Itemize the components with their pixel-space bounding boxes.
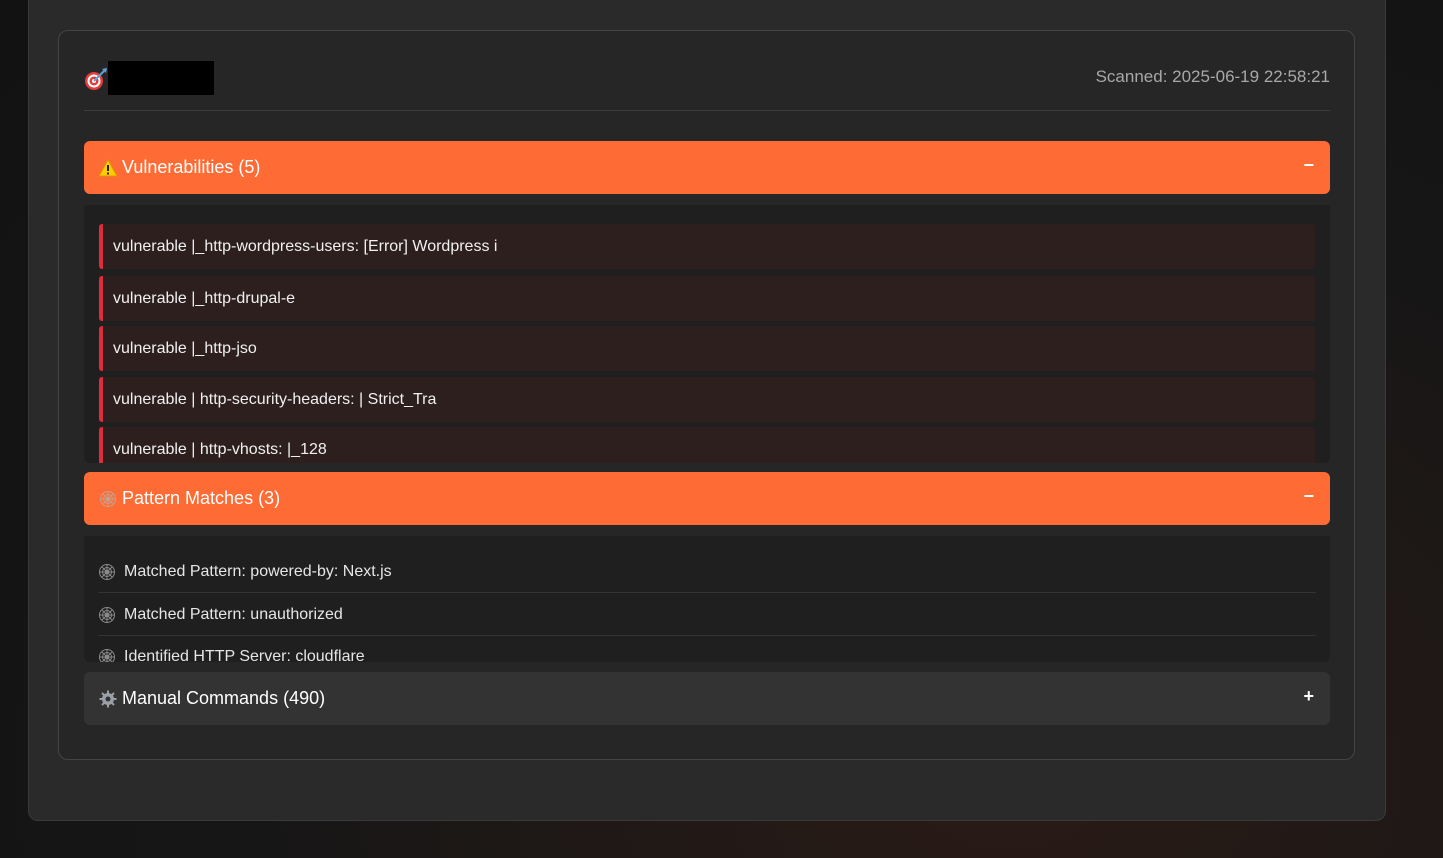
pattern-item: Matched Pattern: unauthorized	[98, 594, 1316, 636]
scan-timestamp: Scanned: 2025-06-19 22:58:21	[1095, 67, 1330, 86]
manual-commands-section-header[interactable]: Manual Commands (490) +	[84, 672, 1330, 725]
pattern-matches-section-header[interactable]: Pattern Matches (3) −	[84, 472, 1330, 525]
vulnerability-item: vulnerable | http-vhosts: |_128	[99, 427, 1315, 463]
vulnerability-item: vulnerable |_http-drupal-e	[99, 276, 1315, 321]
pattern-text: Matched Pattern: unauthorized	[124, 605, 343, 623]
collapse-toggle[interactable]: −	[1303, 486, 1314, 507]
vulnerabilities-section-header[interactable]: Vulnerabilities (5) −	[84, 141, 1330, 194]
vulnerability-item: vulnerable |_http-jso	[99, 326, 1315, 371]
vulnerabilities-title: Vulnerabilities (5)	[122, 157, 261, 177]
spider-web-icon	[98, 489, 118, 509]
target-icon	[85, 68, 107, 90]
vulnerability-item: vulnerable |_http-wordpress-users: [Erro…	[99, 224, 1315, 269]
pattern-matches-list: Matched Pattern: powered-by: Next.js Mat…	[84, 536, 1330, 662]
scan-result-card: Scanned: 2025-06-19 22:58:21 Vulnerabili…	[58, 30, 1355, 760]
pattern-matches-title: Pattern Matches (3)	[122, 488, 281, 508]
pattern-item: Identified HTTP Server: cloudflare	[98, 636, 1316, 662]
vulnerability-item: vulnerable | http-security-headers: | St…	[99, 377, 1315, 422]
spider-web-icon	[99, 563, 115, 580]
spider-web-icon	[99, 606, 115, 623]
gear-icon	[98, 689, 118, 709]
pattern-item: Matched Pattern: powered-by: Next.js	[98, 551, 1316, 593]
manual-commands-title: Manual Commands (490)	[122, 688, 326, 708]
pattern-text: Identified HTTP Server: cloudflare	[124, 648, 365, 662]
card-header: Scanned: 2025-06-19 22:58:21	[84, 59, 1330, 111]
collapse-toggle[interactable]: −	[1303, 155, 1314, 176]
expand-toggle[interactable]: +	[1303, 686, 1314, 707]
pattern-text: Matched Pattern: powered-by: Next.js	[124, 562, 392, 580]
spider-web-icon	[99, 649, 115, 662]
warning-icon	[98, 158, 118, 178]
redacted-target-name	[108, 61, 214, 95]
vulnerabilities-list: vulnerable |_http-wordpress-users: [Erro…	[84, 205, 1330, 463]
